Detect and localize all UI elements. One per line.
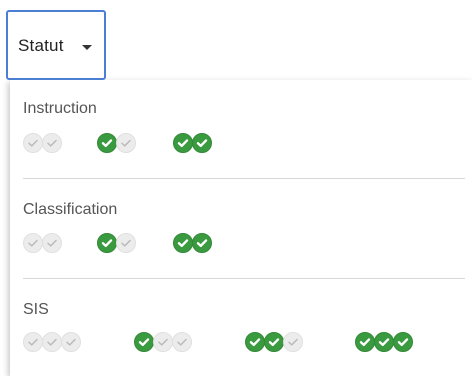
caret-down-icon	[82, 45, 92, 50]
check-filled-icon	[97, 133, 117, 153]
check-empty-icon	[42, 233, 62, 253]
status-option-1-of-2[interactable]	[97, 133, 137, 155]
check-empty-icon	[61, 332, 81, 352]
status-dropdown-label: Statut	[18, 36, 64, 55]
status-option-2-of-2[interactable]	[173, 133, 213, 155]
check-filled-icon	[97, 233, 117, 253]
check-filled-icon	[393, 332, 413, 352]
check-filled-icon	[192, 133, 212, 153]
check-empty-icon	[42, 332, 62, 352]
check-empty-icon	[23, 332, 43, 352]
check-filled-icon	[173, 233, 193, 253]
check-filled-icon	[192, 233, 212, 253]
check-empty-icon	[116, 233, 136, 253]
section-divider	[23, 178, 465, 179]
status-option-0-of-2[interactable]	[23, 133, 63, 155]
status-option-2-of-2[interactable]	[173, 233, 213, 255]
check-empty-icon	[23, 133, 43, 153]
check-empty-icon	[283, 332, 303, 352]
check-filled-icon	[355, 332, 375, 352]
status-option-1-of-3[interactable]	[134, 332, 193, 354]
status-dropdown-trigger[interactable]: Statut	[6, 10, 106, 80]
status-option-0-of-2[interactable]	[23, 233, 63, 255]
check-empty-icon	[23, 233, 43, 253]
status-option-3-of-3[interactable]	[355, 332, 414, 354]
section-divider	[23, 278, 465, 279]
check-filled-icon	[374, 332, 394, 352]
check-filled-icon	[245, 332, 265, 352]
check-empty-icon	[153, 332, 173, 352]
check-filled-icon	[264, 332, 284, 352]
status-option-0-of-3[interactable]	[23, 332, 82, 354]
section-title-instruction: Instruction	[23, 100, 97, 117]
status-option-1-of-2[interactable]	[97, 233, 137, 255]
section-title-sis: SIS	[23, 301, 49, 318]
section-title-classification: Classification	[23, 201, 118, 218]
status-option-2-of-3[interactable]	[245, 332, 304, 354]
check-empty-icon	[42, 133, 62, 153]
check-empty-icon	[172, 332, 192, 352]
status-filter-widget: Statut Instruction Classification SIS	[0, 0, 473, 376]
check-filled-icon	[173, 133, 193, 153]
status-dropdown-panel: Instruction Classification SIS	[10, 80, 473, 376]
check-filled-icon	[134, 332, 154, 352]
check-empty-icon	[116, 133, 136, 153]
